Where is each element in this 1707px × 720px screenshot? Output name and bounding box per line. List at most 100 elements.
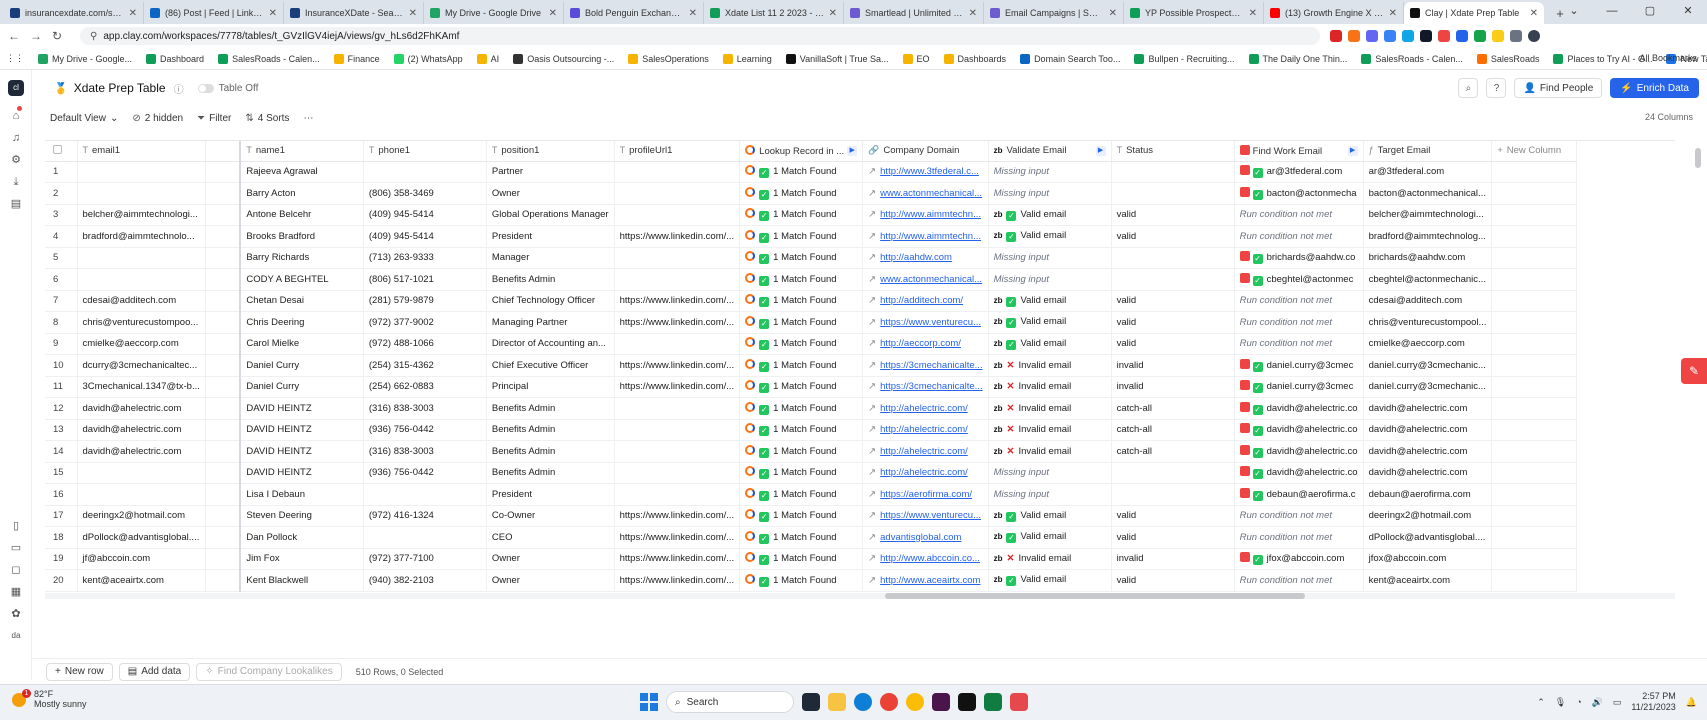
profile-url-cell[interactable] — [614, 483, 741, 506]
status-cell[interactable] — [1111, 483, 1235, 506]
toggle-switch[interactable] — [197, 83, 214, 93]
validate-email-cell[interactable]: zb✓Valid email — [988, 591, 1112, 592]
profile-url-cell[interactable]: https://www.linkedin.com/... — [614, 569, 741, 592]
validate-email-cell[interactable]: Missing input — [988, 462, 1112, 484]
status-cell[interactable]: valid — [1111, 204, 1235, 226]
company-domain-cell[interactable]: ↗ http://additech.com/ — [862, 290, 989, 312]
bookmark-item[interactable]: AI — [476, 53, 499, 64]
extension-icon[interactable] — [1366, 30, 1378, 42]
target-email-cell[interactable]: cdesai@additech.com — [1363, 290, 1493, 312]
calendar-icon[interactable]: ▦ — [10, 586, 22, 598]
target-email-cell[interactable]: cmielke@aeccorp.com — [1363, 333, 1493, 355]
find-work-email-cell[interactable]: ✓ daniel.curry@3cmec — [1234, 376, 1364, 398]
lookup-cell[interactable]: ✓1 Match Found — [739, 569, 864, 592]
external-link-icon[interactable]: ↗ — [868, 274, 876, 285]
table-row[interactable]: 8 chris@venturecustompoo... Chris Deering (… — [45, 311, 1578, 334]
company-domain-cell[interactable]: ↗ https://aerofirma.com/ — [862, 483, 989, 506]
select-all-checkbox[interactable] — [53, 144, 62, 154]
target-email-cell[interactable]: bacton@actonmechanical... — [1363, 182, 1493, 205]
external-link-icon[interactable]: ↗ — [868, 489, 876, 500]
position-cell[interactable]: Co-Owner — [486, 505, 615, 527]
empty-cell[interactable] — [1491, 483, 1578, 506]
scroll-thumb[interactable] — [1695, 148, 1701, 168]
external-link-icon[interactable]: ↗ — [868, 166, 876, 177]
profile-url-cell[interactable]: https://www.linkedin.com/... — [614, 354, 741, 377]
empty-cell[interactable] — [1491, 569, 1578, 592]
clock[interactable]: 2:57 PM 11/21/2023 — [1631, 691, 1675, 713]
bookmark-item[interactable]: SalesRoads - Calen... — [1361, 53, 1463, 64]
name-cell[interactable]: Chetan Desai — [240, 290, 364, 312]
domain-link[interactable]: https://3cmechanicalte... — [880, 360, 982, 371]
extension-icon[interactable] — [1384, 30, 1396, 42]
column-header[interactable]: Tname1 — [240, 141, 364, 162]
status-cell[interactable]: catch-all — [1111, 419, 1235, 441]
domain-link[interactable]: http://additech.com/ — [880, 295, 963, 306]
email-cell[interactable] — [77, 268, 206, 291]
position-cell[interactable]: CEO — [486, 591, 615, 592]
lookup-cell[interactable]: ✓1 Match Found — [739, 462, 864, 484]
name-cell[interactable]: Barry Richards — [240, 247, 364, 269]
validate-email-cell[interactable]: Missing input — [988, 161, 1112, 183]
lookup-cell[interactable]: ✓1 Match Found — [739, 440, 864, 463]
close-icon[interactable]: ✕ — [549, 8, 557, 19]
target-email-cell[interactable]: jfox@abccoin.com — [1363, 548, 1493, 570]
profile-url-cell[interactable] — [614, 419, 741, 441]
domain-link[interactable]: http://ahelectric.com/ — [880, 403, 968, 414]
browser-tab[interactable]: Clay | Xdate Prep Table ✕ — [1404, 2, 1544, 24]
chrome-icon[interactable] — [880, 693, 898, 711]
profile-url-cell[interactable]: https://www.linkedin.com/... — [614, 311, 741, 334]
scroll-thumb[interactable] — [885, 593, 1305, 599]
column-header[interactable]: Tposition1 — [486, 141, 615, 162]
close-icon[interactable]: ✕ — [269, 8, 277, 19]
position-cell[interactable]: Benefits Admin — [486, 462, 615, 484]
phone-cell[interactable]: (936) 756-0442 — [363, 419, 487, 441]
extension-icon[interactable] — [1474, 30, 1486, 42]
app-icon[interactable] — [958, 693, 976, 711]
empty-cell[interactable] — [1491, 376, 1578, 398]
table-toggle[interactable]: Table Off — [197, 83, 258, 94]
trash-icon[interactable]: ▯ — [10, 520, 22, 532]
bookmark-item[interactable]: (2) WhatsApp — [393, 53, 463, 64]
profile-url-cell[interactable]: https://www.linkedin.com/... — [614, 526, 741, 549]
position-cell[interactable]: Owner — [486, 182, 615, 205]
column-header[interactable]: TprofileUrl1 — [614, 141, 741, 162]
browser-tab[interactable]: Email Campaigns | Smartl ✕ — [984, 2, 1124, 24]
email-cell[interactable]: davidh@ahelectric.com — [77, 440, 206, 463]
company-domain-cell[interactable]: ↗ http://ahelectric.com/ — [862, 440, 989, 463]
target-email-cell[interactable]: davidh@ahelectric.com — [1363, 462, 1493, 484]
email-cell[interactable]: davidh@ahelectric.com — [77, 419, 206, 441]
phone-cell[interactable]: (806) 517-1021 — [363, 268, 487, 291]
email-cell[interactable]: deeringx2@hotmail.com — [77, 505, 206, 527]
view-selector[interactable]: Default View ⌄ — [50, 113, 118, 124]
profile-url-cell[interactable]: https://www.linkedin.com/... — [614, 591, 741, 592]
status-cell[interactable] — [1111, 462, 1235, 484]
phone-cell[interactable]: (409) 945-5414 — [363, 204, 487, 226]
validate-email-cell[interactable]: zb✓Valid email — [988, 290, 1112, 312]
name-cell[interactable]: CODY A BEGHTEL — [240, 268, 364, 291]
table-row[interactable]: 16 Lisa I Debaun President ✓ 1 Match Found ↗ h… — [45, 483, 1578, 506]
phone-cell[interactable]: (409) 945-5414 — [363, 225, 487, 248]
status-cell[interactable] — [1111, 161, 1235, 183]
domain-link[interactable]: http://aeccorp.com/ — [880, 338, 961, 349]
phone-cell[interactable]: (972) 377-7100 — [363, 548, 487, 570]
target-email-cell[interactable]: davidh@ahelectric.com — [1363, 397, 1493, 420]
email-cell[interactable] — [77, 161, 206, 183]
forward-icon[interactable]: → — [30, 29, 46, 43]
close-icon[interactable]: ✕ — [1530, 8, 1538, 19]
user-avatar[interactable]: da — [10, 630, 22, 642]
table-row[interactable]: 2 Barry Acton (806) 358-3469 Owner ✓ 1 Match … — [45, 182, 1578, 205]
table-row[interactable]: 3 belcher@aimmtechnologi... Antone Belcehr… — [45, 204, 1578, 226]
bookmark-item[interactable]: The Daily One Thin... — [1248, 53, 1347, 64]
name-cell[interactable]: Daniel Curry — [240, 376, 364, 398]
validate-email-cell[interactable]: zb✓Valid email — [988, 225, 1112, 248]
chevron-down-icon[interactable]: ⌄ — [1555, 0, 1593, 22]
profile-url-cell[interactable] — [614, 333, 741, 355]
puzzle-icon[interactable] — [1510, 30, 1522, 42]
phone-cell[interactable]: (254) 662-0883 — [363, 376, 487, 398]
target-email-cell[interactable]: bradford@aimmtechnolog... — [1363, 225, 1493, 248]
find-work-email-cell[interactable]: ✓ brichards@aahdw.co — [1234, 247, 1364, 269]
find-work-email-cell[interactable]: ✓ jfox@abccoin.com — [1234, 548, 1364, 570]
domain-link[interactable]: http://www.aimmtechn... — [880, 209, 981, 220]
empty-cell[interactable] — [1491, 161, 1578, 183]
find-work-email-cell[interactable]: ✓ davidh@ahelectric.co — [1234, 462, 1364, 484]
